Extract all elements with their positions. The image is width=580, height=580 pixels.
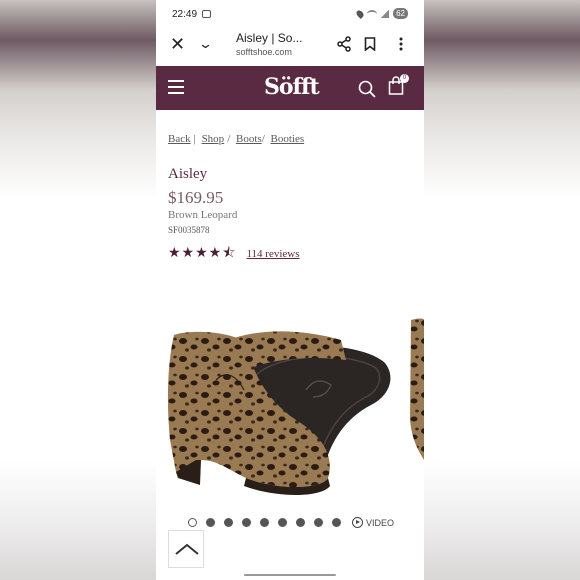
product-color: Brown Leopard: [168, 209, 238, 221]
rating-row: ★★★★⯪ 114 reviews: [168, 242, 300, 266]
status-bar: 22:49 62: [156, 0, 424, 28]
wifi-icon: [367, 9, 378, 18]
shopping-bag-icon[interactable]: 0: [388, 74, 409, 101]
share-icon[interactable]: [336, 36, 352, 52]
status-icons: 62: [355, 8, 408, 19]
carousel-dot[interactable]: [296, 518, 305, 527]
phone-screen: 22:49 62 ✕ ⌄ Aisley | So... sofftshoe.co…: [156, 0, 424, 580]
screen-record-icon: [202, 10, 211, 18]
signal-icon: [381, 9, 390, 18]
status-time: 22:49: [172, 9, 198, 20]
carousel-dot[interactable]: [188, 518, 197, 527]
browser-toolbar: ✕ ⌄ Aisley | So... sofftshoe.com: [156, 28, 424, 66]
chevron-up-icon: [175, 543, 199, 555]
site-header: Söfft 0: [156, 66, 424, 110]
battery-indicator: 62: [393, 8, 408, 19]
carousel-dots: VIDEO: [188, 517, 394, 528]
carousel-dot[interactable]: [278, 518, 287, 527]
bookmark-icon[interactable]: [364, 37, 376, 51]
carousel-dot[interactable]: [206, 518, 215, 527]
browser-url[interactable]: sofftshoe.com: [236, 47, 292, 57]
carousel-dot[interactable]: [332, 518, 341, 527]
product-image[interactable]: [156, 300, 424, 505]
video-label: VIDEO: [366, 517, 395, 528]
product-name: Aisley: [168, 166, 208, 182]
play-icon: [352, 517, 363, 528]
hamburger-menu-icon[interactable]: [168, 80, 184, 94]
browser-page-title[interactable]: Aisley | So...: [236, 31, 302, 45]
chevron-down-icon[interactable]: ⌄: [198, 36, 213, 52]
breadcrumb-boots[interactable]: Boots: [236, 133, 262, 145]
home-indicator: [244, 574, 336, 576]
location-icon: [355, 8, 366, 19]
carousel-dot[interactable]: [314, 518, 323, 527]
scroll-to-top-button[interactable]: [168, 530, 204, 568]
breadcrumb-back[interactable]: Back: [168, 133, 191, 145]
star-rating: ★★★★⯪: [168, 244, 237, 260]
breadcrumb: Back | Shop / Boots/ Booties: [168, 133, 305, 145]
search-icon[interactable]: [358, 80, 376, 98]
breadcrumb-shop[interactable]: Shop: [202, 133, 225, 145]
carousel-dot[interactable]: [224, 518, 233, 527]
kebab-menu-icon[interactable]: [399, 37, 403, 51]
bag-count-badge: 0: [400, 74, 409, 83]
reviews-link[interactable]: 114 reviews: [246, 248, 299, 260]
close-icon[interactable]: ✕: [170, 35, 185, 53]
carousel-dot[interactable]: [242, 518, 251, 527]
carousel-dot[interactable]: [260, 518, 269, 527]
product-sku: SF0035878: [168, 225, 210, 235]
video-button[interactable]: VIDEO: [352, 517, 394, 528]
product-price: $169.95: [168, 188, 224, 207]
breadcrumb-booties[interactable]: Booties: [271, 133, 305, 145]
brand-logo[interactable]: Söfft: [264, 74, 320, 100]
